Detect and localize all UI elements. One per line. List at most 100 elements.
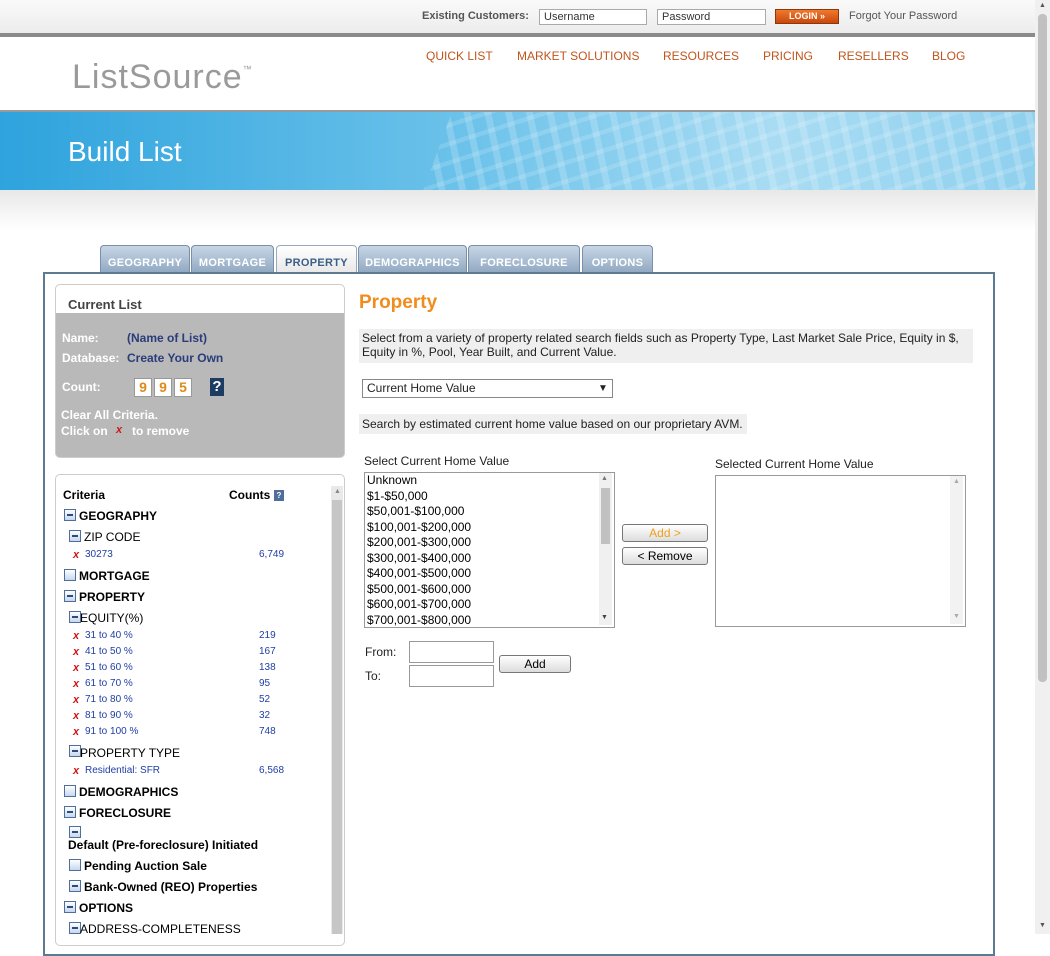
add-button[interactable]: Add > — [622, 524, 708, 542]
criteria-column-header: Criteria — [63, 488, 106, 502]
criteria-foreclosure[interactable]: FORECLOSURE — [79, 806, 171, 820]
to-input[interactable] — [409, 665, 494, 687]
remove-x-icon[interactable]: x — [73, 662, 79, 674]
nav-resources[interactable]: RESOURCES — [663, 49, 739, 63]
banner-shadow — [0, 190, 1035, 230]
listbox-scroll-thumb[interactable] — [601, 488, 610, 544]
remove-x-icon[interactable]: x — [73, 710, 79, 722]
property-field-select[interactable]: Current Home Value ▼ — [362, 379, 613, 398]
criteria-bank-owned[interactable]: Bank-Owned (REO) Properties — [84, 880, 257, 894]
name-label: Name: — [62, 331, 99, 345]
counts-column-header: Counts — [229, 488, 271, 502]
remove-button[interactable]: < Remove — [622, 547, 708, 565]
criteria-item: 30273 — [85, 549, 113, 560]
scroll-down-arrow-icon[interactable]: ▼ — [1039, 922, 1046, 929]
remove-x-icon[interactable]: x — [73, 765, 79, 777]
scroll-up-arrow-icon[interactable]: ▲ — [953, 478, 960, 485]
tab-property[interactable]: PROPERTY — [276, 245, 357, 274]
list-option[interactable]: $600,001-$700,000 — [365, 597, 614, 613]
expand-icon[interactable] — [69, 859, 81, 871]
expand-icon[interactable] — [64, 785, 76, 797]
page-banner: Build List — [0, 112, 1035, 190]
list-option[interactable]: $400,001-$500,000 — [365, 566, 614, 582]
criteria-equity[interactable]: EQUITY(%) — [80, 611, 143, 625]
criteria-geography[interactable]: GEOGRAPHY — [79, 509, 157, 523]
list-option[interactable]: $1-$50,000 — [365, 489, 614, 505]
password-input[interactable]: Password — [657, 9, 766, 25]
list-option[interactable]: $700,001-$800,000 — [365, 613, 614, 628]
scroll-down-arrow-icon[interactable]: ▼ — [601, 614, 608, 621]
tab-mortgage[interactable]: MORTGAGE — [191, 245, 274, 274]
list-option[interactable]: $300,001-$400,000 — [365, 551, 614, 567]
tab-foreclosure[interactable]: FORECLOSURE — [468, 245, 580, 274]
remove-x-icon[interactable]: x — [73, 549, 79, 561]
criteria-pending-auction[interactable]: Pending Auction Sale — [84, 859, 207, 873]
from-input[interactable] — [409, 641, 494, 663]
expand-icon[interactable] — [64, 569, 76, 581]
count-digit: 9 — [154, 378, 172, 397]
add-range-button[interactable]: Add — [499, 655, 571, 673]
nav-market-solutions[interactable]: MARKET SOLUTIONS — [517, 49, 639, 63]
criteria-zip-code[interactable]: ZIP CODE — [84, 530, 140, 544]
selected-scrollbar[interactable] — [950, 476, 963, 624]
selected-values-listbox[interactable] — [715, 475, 966, 627]
logo-tm: ™ — [242, 64, 253, 74]
list-option[interactable]: $200,001-$300,000 — [365, 535, 614, 551]
database-link[interactable]: Create Your Own — [127, 351, 223, 365]
scroll-up-arrow-icon[interactable]: ▲ — [1039, 2, 1046, 9]
nav-blog[interactable]: BLOG — [932, 49, 965, 63]
remove-x-icon: x — [116, 424, 123, 436]
clear-all-criteria-link[interactable]: Clear All Criteria. — [61, 408, 158, 422]
list-option[interactable]: Unknown — [365, 473, 614, 489]
counts-help-icon[interactable]: ? — [274, 490, 284, 501]
from-label: From: — [365, 645, 397, 659]
property-description: Select from a variety of property relate… — [359, 329, 973, 363]
criteria-count: 167 — [259, 646, 276, 657]
collapse-icon[interactable] — [69, 880, 81, 892]
current-list-title: Current List — [68, 297, 142, 312]
remove-x-icon[interactable]: x — [73, 630, 79, 642]
scroll-down-arrow-icon[interactable]: ▼ — [953, 613, 960, 620]
collapse-icon[interactable] — [69, 530, 81, 542]
tab-options[interactable]: OPTIONS — [582, 245, 653, 274]
count-help-icon[interactable]: ? — [210, 378, 224, 396]
forgot-password-link[interactable]: Forgot Your Password — [849, 10, 957, 22]
remove-x-icon[interactable]: x — [73, 694, 79, 706]
banner-graphic — [393, 112, 1035, 190]
logo-text: ListSource — [72, 58, 243, 96]
remove-x-icon[interactable]: x — [73, 678, 79, 690]
list-name-link[interactable]: (Name of List) — [127, 331, 207, 345]
remove-x-icon[interactable]: x — [73, 646, 79, 658]
login-button[interactable]: LOGIN » — [775, 9, 839, 24]
remove-x-icon[interactable]: x — [73, 726, 79, 738]
criteria-property-type[interactable]: PROPERTY TYPE — [80, 746, 180, 760]
criteria-property[interactable]: PROPERTY — [79, 590, 145, 604]
scroll-up-arrow-icon[interactable]: ▲ — [601, 475, 608, 482]
list-option[interactable]: $100,001-$200,000 — [365, 520, 614, 536]
value-options-listbox[interactable]: Unknown $1-$50,000 $50,001-$100,000 $100… — [364, 472, 615, 628]
collapse-icon[interactable] — [64, 590, 76, 602]
collapse-icon[interactable] — [64, 509, 76, 521]
nav-quick-list[interactable]: QUICK LIST — [426, 49, 493, 63]
criteria-count: 32 — [259, 710, 271, 721]
criteria-mortgage[interactable]: MORTGAGE — [79, 569, 150, 583]
nav-resellers[interactable]: RESELLERS — [838, 49, 909, 63]
scroll-up-arrow-icon[interactable]: ▲ — [334, 488, 341, 495]
criteria-count: 748 — [259, 726, 276, 737]
criteria-default-pre-foreclosure[interactable]: Default (Pre-foreclosure) Initiated — [68, 838, 258, 852]
nav-pricing[interactable]: PRICING — [763, 49, 813, 63]
criteria-scroll-thumb[interactable] — [332, 500, 342, 934]
criteria-demographics[interactable]: DEMOGRAPHICS — [79, 785, 178, 799]
list-option[interactable]: $50,001-$100,000 — [365, 504, 614, 520]
page-scroll-thumb[interactable] — [1038, 14, 1047, 682]
tab-demographics[interactable]: DEMOGRAPHICS — [358, 245, 467, 274]
listsource-logo[interactable]: ListSource™ — [72, 58, 253, 97]
tab-geography[interactable]: GEOGRAPHY — [100, 245, 190, 274]
collapse-icon[interactable] — [64, 901, 76, 913]
collapse-icon[interactable] — [64, 806, 76, 818]
collapse-icon[interactable] — [69, 826, 81, 838]
criteria-options[interactable]: OPTIONS — [79, 901, 133, 915]
username-input[interactable]: Username — [539, 9, 647, 25]
list-option[interactable]: $500,001-$600,000 — [365, 582, 614, 598]
criteria-count: 219 — [259, 630, 276, 641]
